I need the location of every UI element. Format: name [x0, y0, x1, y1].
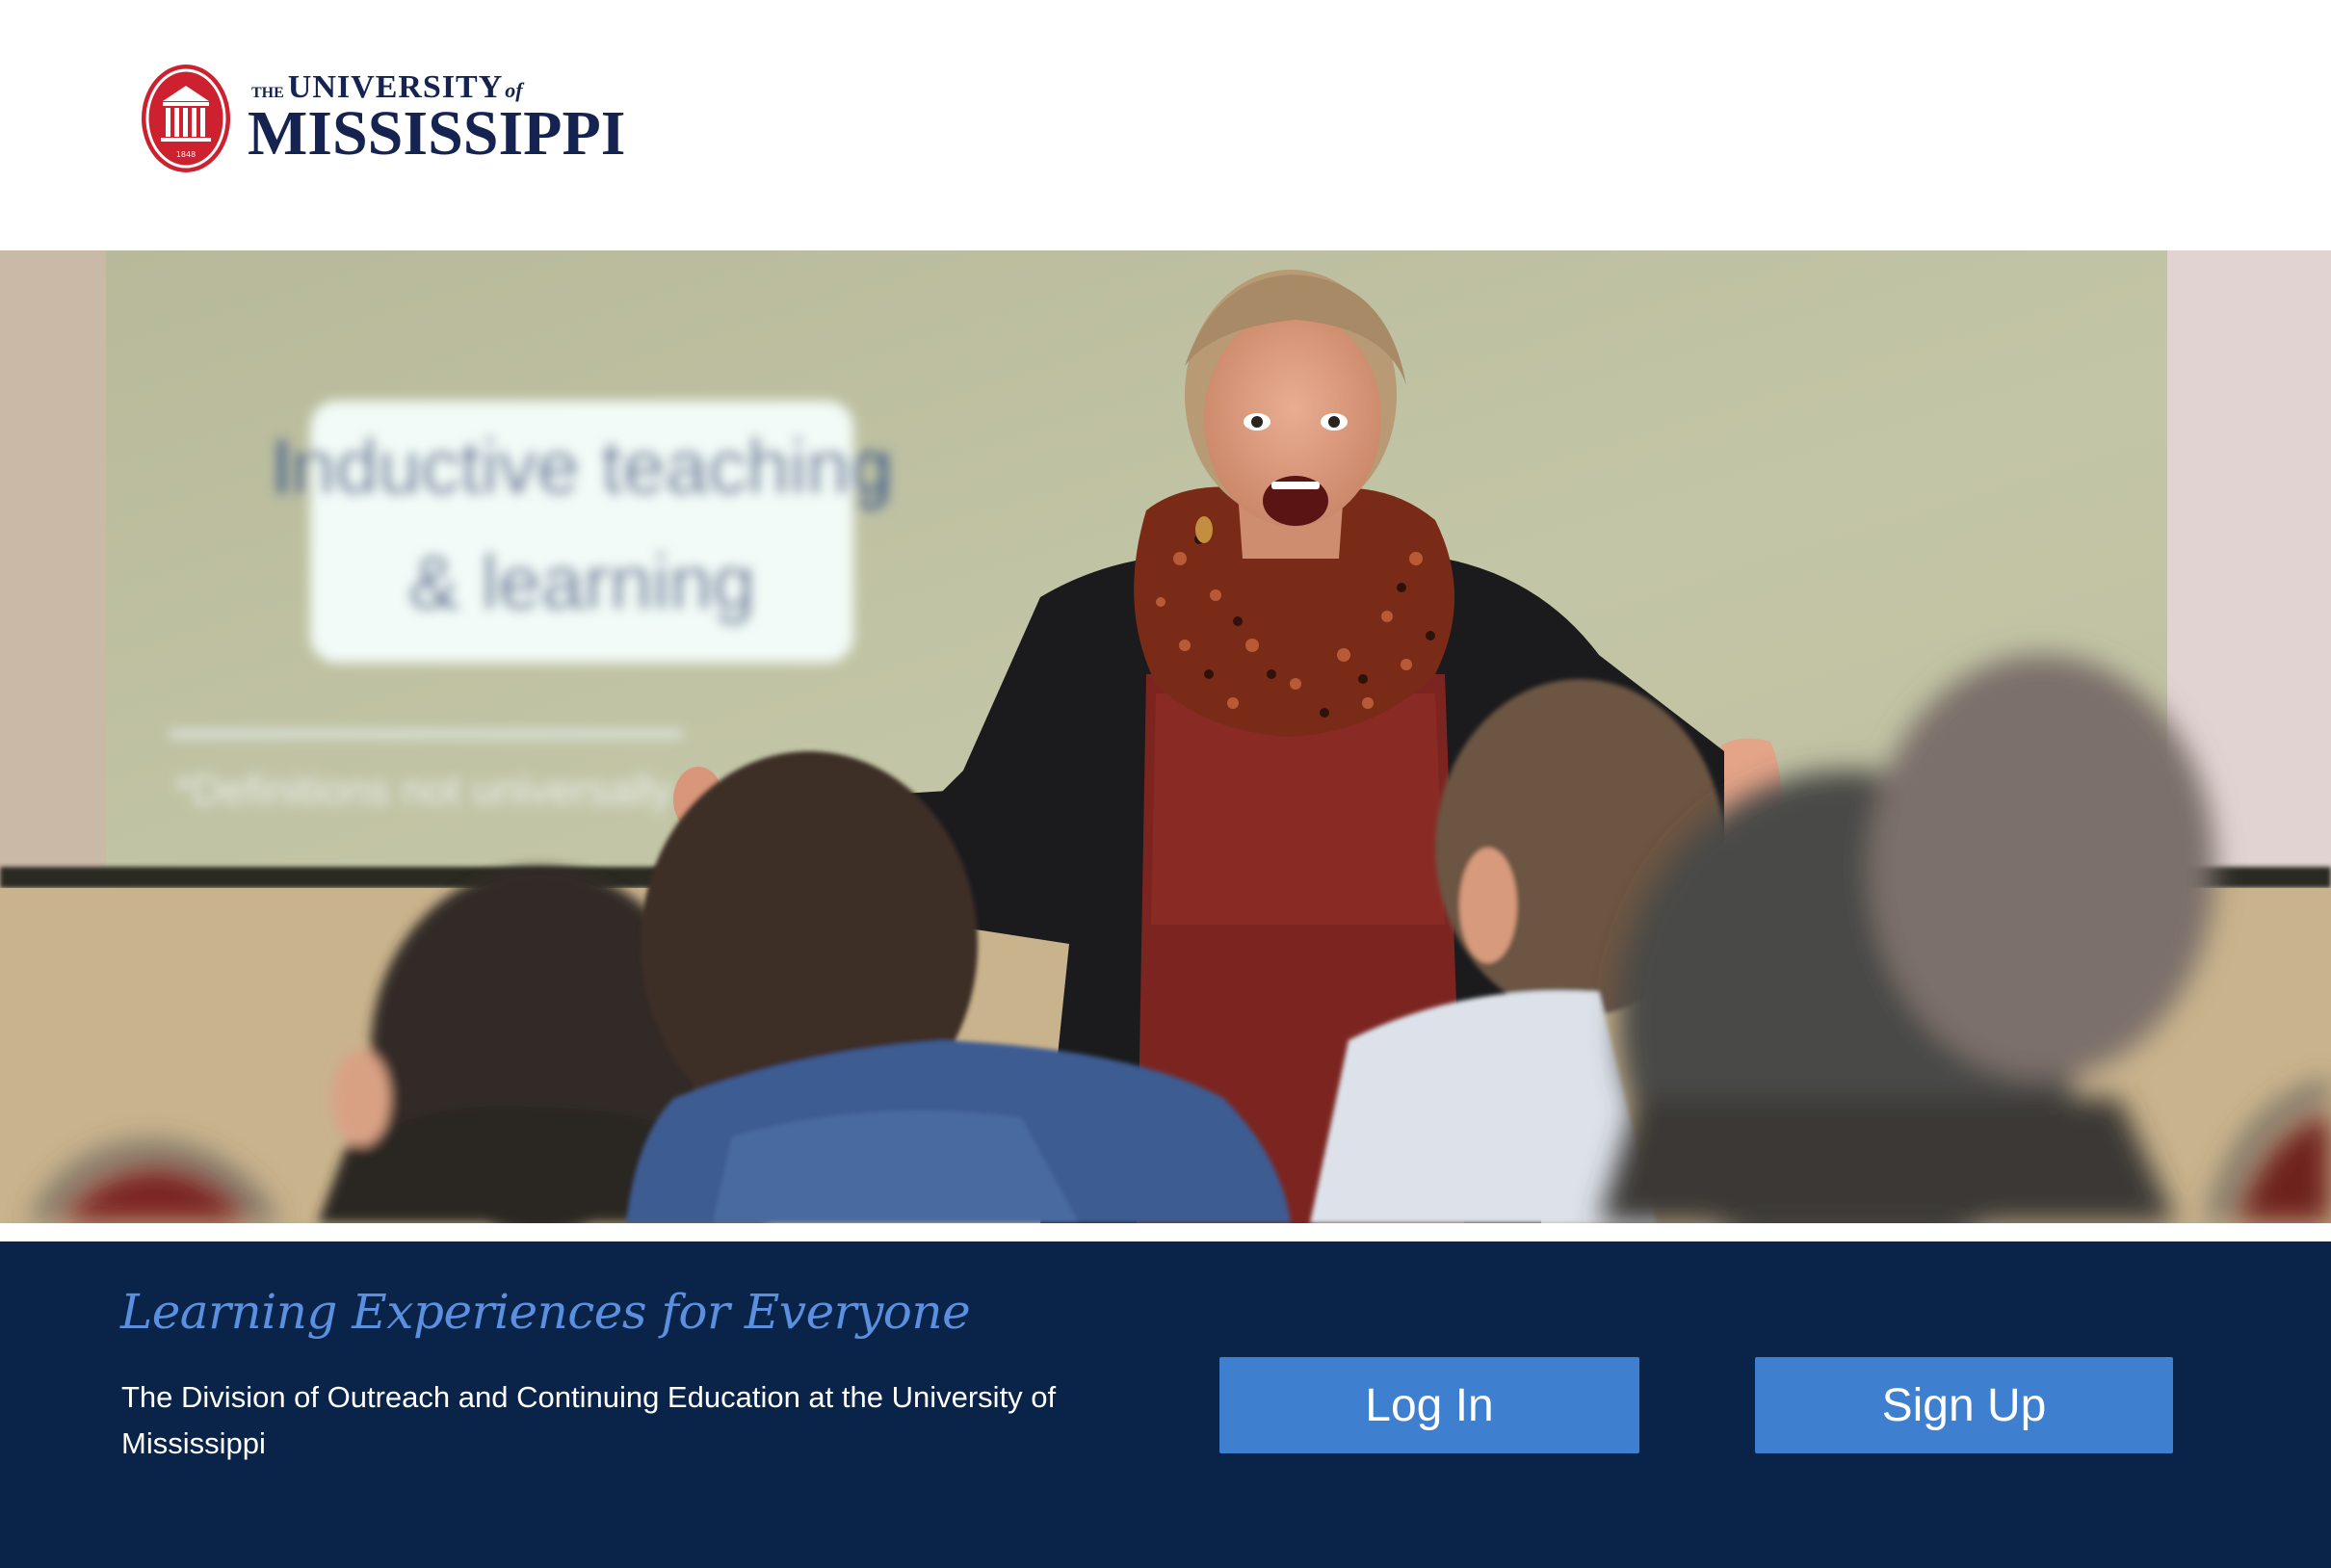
login-button[interactable]: Log In — [1219, 1357, 1639, 1453]
hero-photo: Inductive teaching & learning *Definitio… — [0, 250, 2331, 1223]
slide-title-line2: & learning — [408, 539, 755, 625]
wordmark-mississippi: MISSISSIPPI — [248, 98, 626, 169]
cta-panel: Learning Experiences for Everyone The Di… — [0, 1241, 2331, 1568]
slide-title-line1: Inductive teaching — [272, 424, 893, 510]
divider-strip — [0, 1223, 2331, 1241]
wordmark: THE UNIVERSITY of MISSISSIPPI — [248, 71, 626, 166]
site-header: 1848 THE UNIVERSITY of MISSISSIPPI — [0, 0, 2331, 250]
signup-button[interactable]: Sign Up — [1755, 1357, 2173, 1453]
tagline: Learning Experiences for Everyone — [120, 1284, 971, 1340]
university-seal-icon: 1848 — [142, 65, 230, 172]
slide-footnote: *Definitions not universally acc — [175, 767, 750, 814]
university-logo[interactable]: 1848 THE UNIVERSITY of MISSISSIPPI — [140, 62, 626, 175]
seal-year: 1848 — [176, 150, 196, 159]
hero-image: Inductive teaching & learning *Definitio… — [0, 250, 2331, 1223]
description: The Division of Outreach and Continuing … — [121, 1380, 1057, 1460]
